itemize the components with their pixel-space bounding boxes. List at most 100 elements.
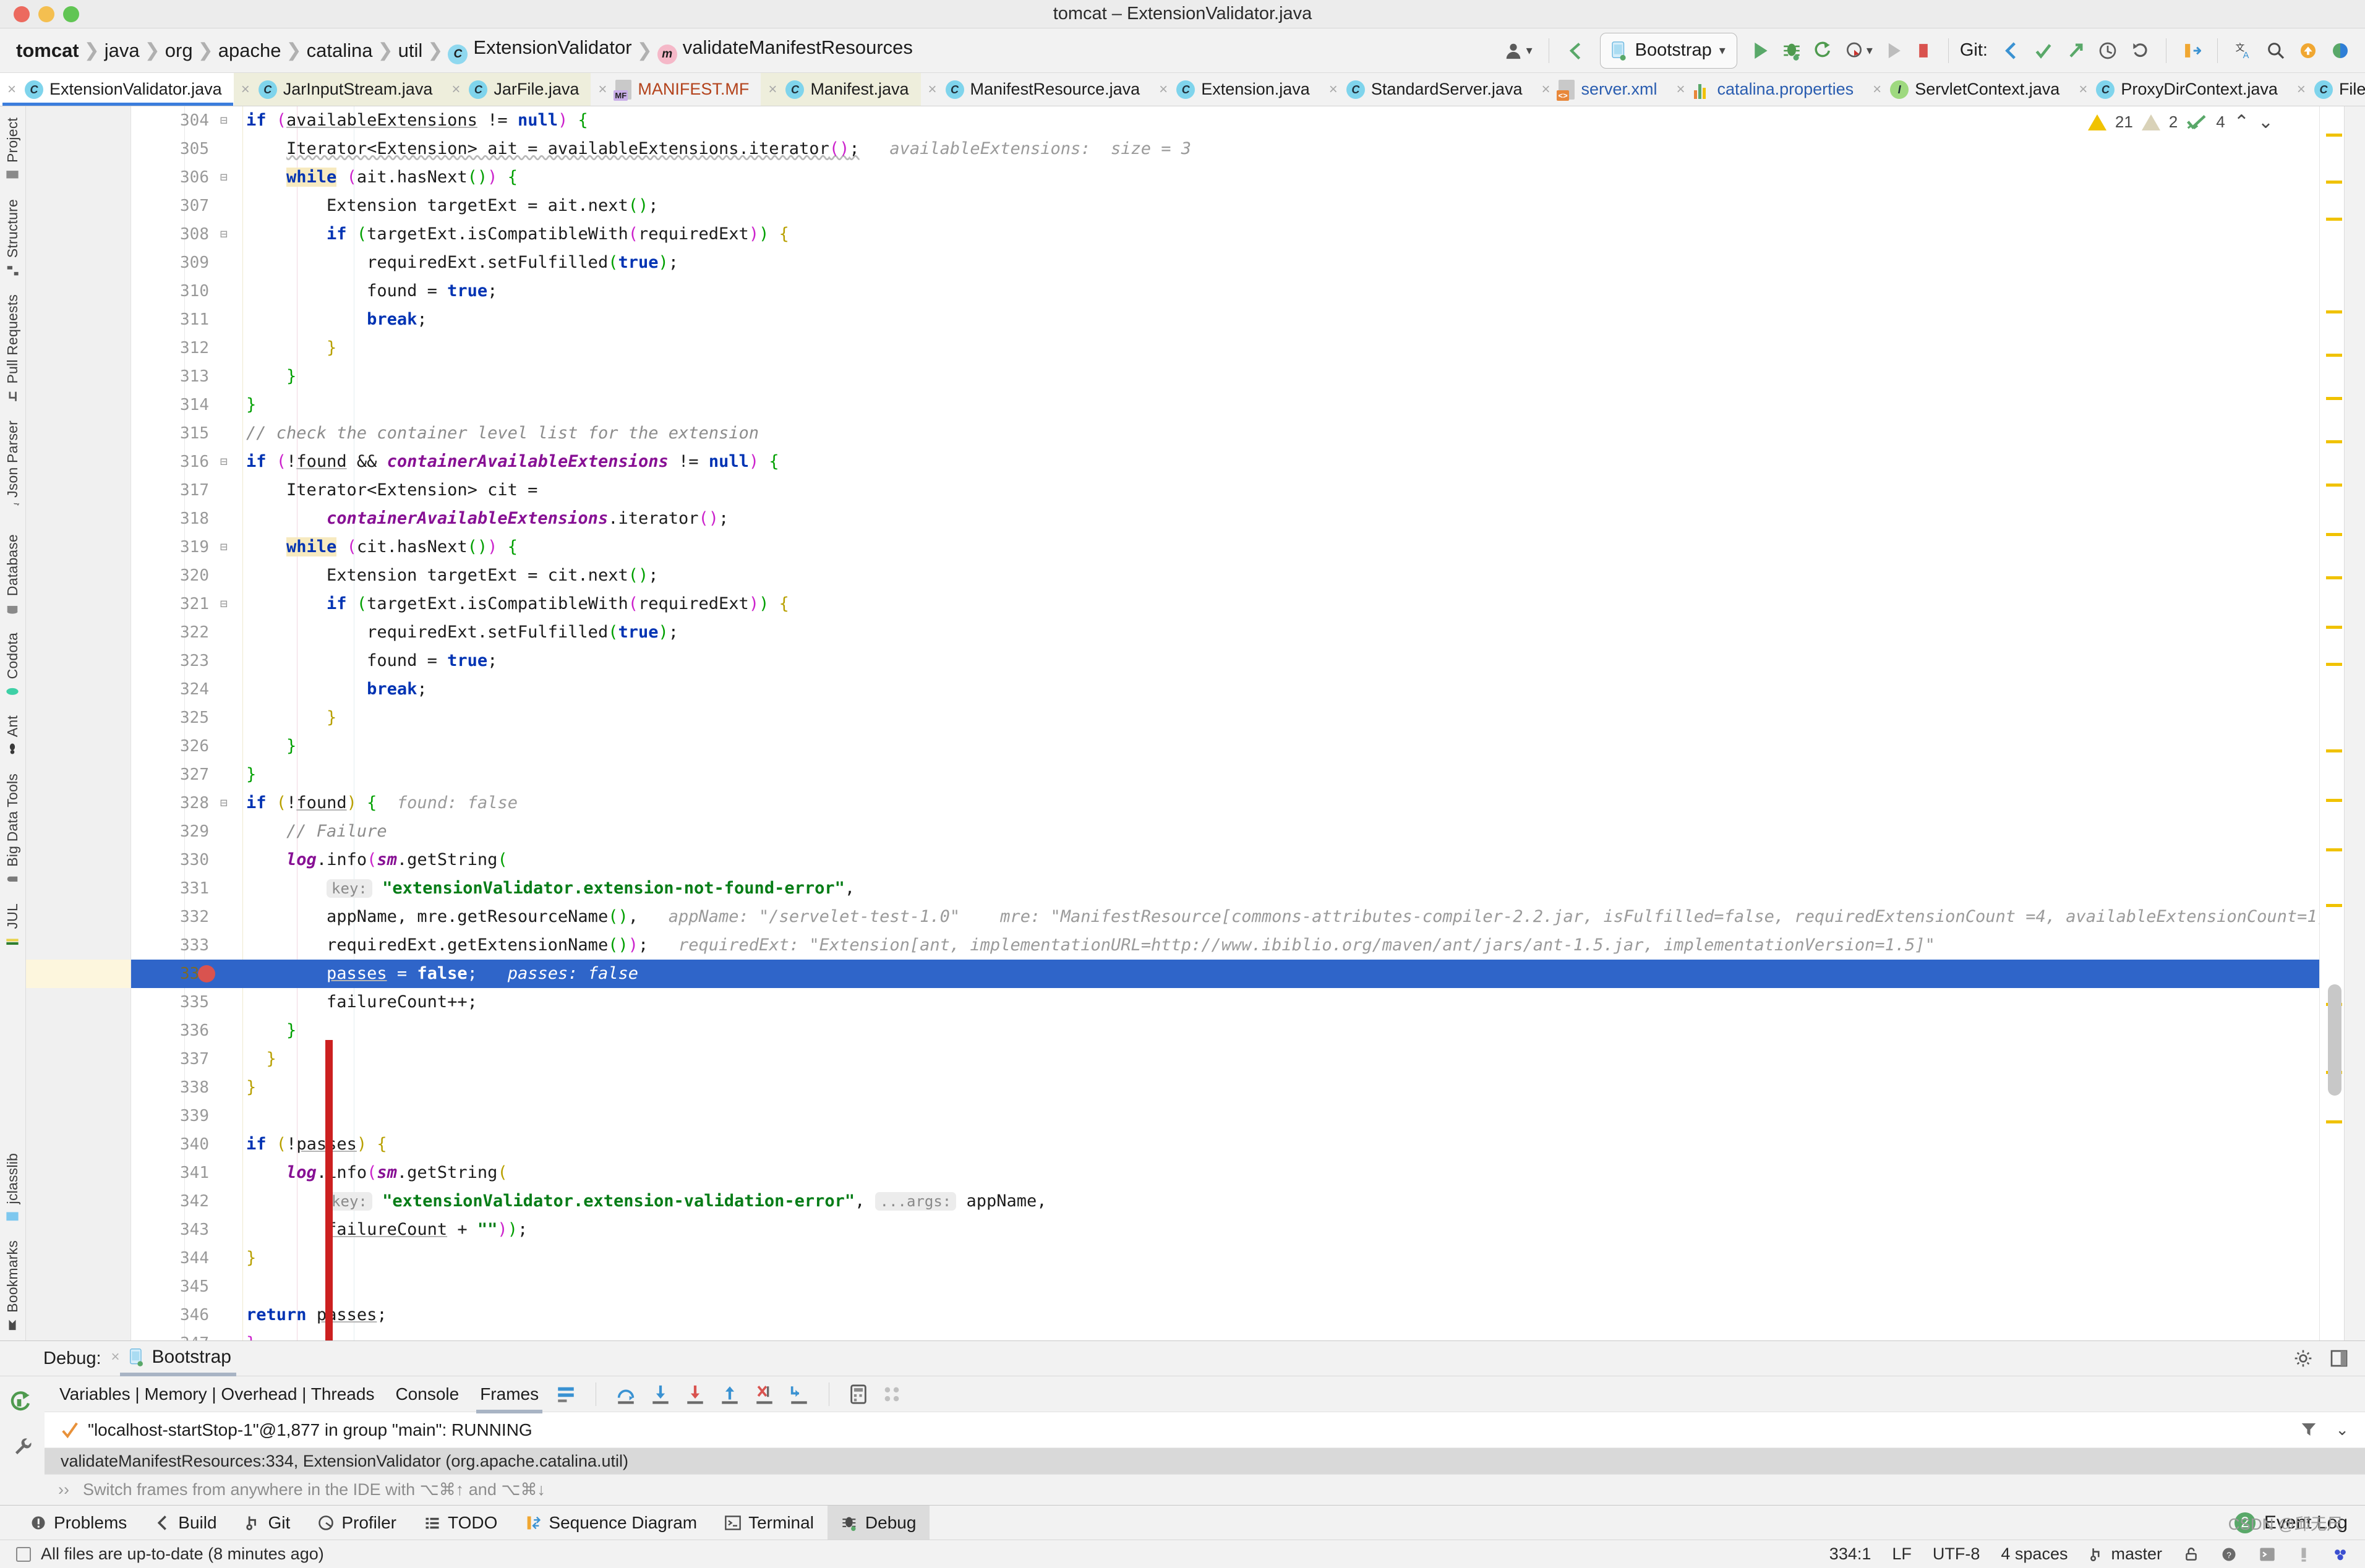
sidebar-item-database[interactable]: Database [4, 526, 21, 624]
notification-icon[interactable] [2297, 1546, 2311, 1563]
close-tab-icon[interactable]: × [1541, 81, 1550, 98]
debug-side-actions[interactable] [0, 1376, 45, 1505]
editor-gutter[interactable] [26, 106, 131, 1340]
bottom-tab-todo[interactable]: TODO [410, 1506, 511, 1540]
run-configuration-selector[interactable]: Bootstrap ▾ [1600, 33, 1737, 69]
close-tab-icon[interactable]: × [451, 81, 460, 98]
sidebar-item-json-parser[interactable]: {} Json Parser [4, 412, 21, 526]
bottom-tool-window-bar[interactable]: Problems Build Git Profiler TODO Sequenc… [0, 1505, 2365, 1540]
code-line[interactable]: 310 found = true; [131, 277, 2319, 305]
gear-icon[interactable] [2293, 1349, 2313, 1368]
bottom-tab-profiler[interactable]: Profiler [304, 1506, 410, 1540]
sidebar-item-ant[interactable]: Ant [4, 707, 21, 765]
close-window-icon[interactable] [14, 6, 30, 22]
editor-scrollbar-thumb[interactable] [2328, 984, 2341, 1096]
close-tab-icon[interactable]: × [2079, 81, 2087, 98]
user-profile-icon[interactable]: ▾ [1499, 35, 1537, 67]
code-line[interactable]: 342 key: "extensionValidator.extension-v… [131, 1187, 2319, 1216]
debug-tab-variables-group[interactable]: Variables | Memory | Overhead | Threads [59, 1384, 374, 1404]
chevron-down-icon[interactable]: ⌄ [2335, 1420, 2349, 1439]
ide-feature-icon[interactable] [2325, 35, 2355, 67]
right-tool-window-bar[interactable] [2344, 106, 2365, 1340]
caret-position[interactable]: 334:1 [1829, 1545, 1871, 1564]
code-line[interactable]: 307 Extension targetExt = ait.next(); [131, 192, 2319, 220]
code-fold-icon[interactable]: ⊟ [218, 114, 230, 127]
code-editor[interactable]: 304⊟if (availableExtensions != null) {30… [26, 106, 2319, 1340]
thread-status-row[interactable]: "localhost-startStop-1"@1,877 in group "… [45, 1412, 2365, 1448]
bottom-tab-debug[interactable]: Debug [828, 1506, 930, 1540]
chevron-up-icon[interactable]: ⌃ [2234, 111, 2249, 133]
close-session-icon[interactable]: × [111, 1349, 120, 1366]
code-line[interactable]: 317 Iterator<Extension> cit = [131, 476, 2319, 505]
stop-icon[interactable] [1910, 35, 1937, 67]
help-icon[interactable]: ? [2220, 1546, 2238, 1563]
code-fold-icon[interactable]: ⊟ [218, 228, 230, 241]
sidebar-item-jul[interactable]: JUL [4, 895, 21, 957]
history-icon[interactable] [2093, 35, 2123, 67]
code-line[interactable]: 321⊟ if (targetExt.isCompatibleWith(requ… [131, 590, 2319, 618]
code-line[interactable]: 332 appName, mre.getResourceName(), appN… [131, 903, 2319, 931]
close-tab-icon[interactable]: × [2297, 81, 2306, 98]
sidebar-item-codota[interactable]: Codota [4, 624, 21, 707]
force-step-into-icon[interactable] [684, 1384, 706, 1405]
breadcrumb[interactable]: tomcat ❯ java ❯ org ❯ apache ❯ catalina … [12, 36, 917, 64]
show-execution-point-icon[interactable] [555, 1384, 577, 1405]
code-line[interactable]: 319⊟ while (cit.hasNext()) { [131, 533, 2319, 561]
code-line[interactable]: 320 Extension targetExt = cit.next(); [131, 561, 2319, 590]
close-tab-icon[interactable]: × [1329, 81, 1338, 98]
code-line[interactable]: 347} [131, 1329, 2319, 1340]
maximize-window-icon[interactable] [63, 6, 79, 22]
compare-icon[interactable] [2178, 35, 2206, 67]
code-line[interactable]: 305 Iterator<Extension> ait = availableE… [131, 135, 2319, 163]
file-encoding[interactable]: UTF-8 [1933, 1545, 1980, 1564]
code-line[interactable]: 325 } [131, 704, 2319, 732]
mute-breakpoints-icon[interactable] [881, 1384, 902, 1405]
expand-icon[interactable]: ›› [58, 1480, 69, 1499]
sidebar-item-jclasslib[interactable]: jclasslib [4, 1144, 21, 1232]
editor-tab-jarinputstream[interactable]: × C JarInputStream.java [234, 73, 445, 106]
navigate-back-icon[interactable] [1560, 35, 1591, 67]
breadcrumb-item-apache[interactable]: apache [215, 40, 285, 62]
drop-frame-icon[interactable] [753, 1384, 776, 1405]
editor-tab-servletcontext[interactable]: × I ServletContext.java [1865, 73, 2071, 106]
close-tab-icon[interactable]: × [1873, 81, 1881, 98]
breadcrumb-item-method[interactable]: mvalidateManifestResources [654, 36, 917, 64]
bottom-tab-terminal[interactable]: Terminal [711, 1506, 828, 1540]
code-line[interactable]: 329 // Failure [131, 817, 2319, 846]
close-tab-icon[interactable]: × [598, 81, 607, 98]
code-line[interactable]: 335 failureCount++; [131, 988, 2319, 1016]
breadcrumb-item-org[interactable]: org [161, 40, 197, 62]
editor-tab-catalina-properties[interactable]: × catalina.properties [1669, 73, 1866, 106]
close-tab-icon[interactable]: × [1159, 81, 1168, 98]
editor-tab-proxydircontext[interactable]: × C ProxyDirContext.java [2071, 73, 2290, 106]
code-line[interactable]: 311 break; [131, 305, 2319, 334]
step-into-icon[interactable] [649, 1384, 672, 1405]
evaluate-expression-icon[interactable] [848, 1384, 869, 1405]
code-line[interactable]: 316⊟if (!found && containerAvailableExte… [131, 448, 2319, 476]
code-line[interactable]: 313 } [131, 362, 2319, 391]
breadcrumb-item-class[interactable]: CExtensionValidator [444, 36, 635, 64]
code-line[interactable]: 334 passes = false; passes: false [131, 960, 2319, 988]
window-controls[interactable] [0, 6, 79, 22]
breadcrumb-item-java[interactable]: java [101, 40, 143, 62]
debug-session-tab[interactable]: × Bootstrap [111, 1347, 231, 1370]
debug-tab-frames[interactable]: Frames [480, 1384, 539, 1404]
code-content[interactable]: 304⊟if (availableExtensions != null) {30… [131, 106, 2319, 1340]
rerun-icon[interactable] [10, 1390, 35, 1415]
code-line[interactable]: 340if (!passes) { [131, 1130, 2319, 1159]
sidebar-item-structure[interactable]: Structure [4, 190, 21, 286]
settings-wrench-icon[interactable] [11, 1436, 34, 1459]
debug-action-icons[interactable] [555, 1383, 902, 1406]
commit-icon[interactable] [2029, 35, 2058, 67]
close-tab-icon[interactable]: × [768, 81, 777, 98]
code-line[interactable]: 344} [131, 1244, 2319, 1272]
code-line[interactable]: 336 } [131, 1016, 2319, 1045]
code-line[interactable]: 323 found = true; [131, 647, 2319, 675]
code-fold-icon[interactable]: ⊟ [218, 598, 230, 610]
editor-tab-extensionvalidator[interactable]: × C ExtensionValidator.java [0, 73, 234, 106]
editor-tab-filedircontext[interactable]: × C FileDirContext.java [2290, 73, 2365, 106]
inspections-widget[interactable]: 21 2 4 ⌃ ⌄ [2088, 111, 2273, 133]
breadcrumb-item-util[interactable]: util [395, 40, 427, 62]
update-project-icon[interactable] [1996, 35, 2026, 67]
code-line[interactable]: 308⊟ if (targetExt.isCompatibleWith(requ… [131, 220, 2319, 249]
